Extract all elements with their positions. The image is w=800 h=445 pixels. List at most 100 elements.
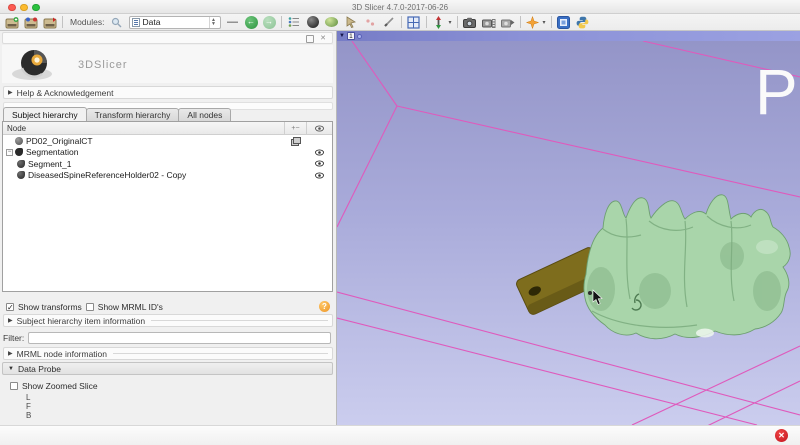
probe-letter-l: L bbox=[26, 393, 31, 402]
undock-panel-icon[interactable] bbox=[306, 35, 314, 43]
show-zoomed-slice-label[interactable]: Show Zoomed Slice bbox=[22, 381, 98, 391]
help-acknowledgement-section[interactable]: ▶ Help & Acknowledgement bbox=[3, 86, 333, 99]
show-transforms-checkbox[interactable]: ✓ bbox=[6, 303, 14, 311]
transform-column-header: +− bbox=[284, 122, 306, 135]
tree-row-volume[interactable]: PD02_OriginalCT bbox=[3, 135, 332, 147]
data-probe-slice-letters: L F B bbox=[26, 393, 31, 420]
main-toolbar: Modules: Data ▲▼ — ← → bbox=[0, 14, 800, 31]
data-module-icon bbox=[132, 18, 140, 27]
show-mrml-ids-checkbox[interactable] bbox=[86, 303, 94, 311]
logo-row: 3DSlicer bbox=[2, 45, 333, 83]
scene-view-capture-icon[interactable] bbox=[482, 15, 496, 29]
tree-header: Node +− bbox=[3, 122, 332, 135]
node-column-header: Node bbox=[3, 124, 284, 133]
show-mrml-ids-label[interactable]: Show MRML ID's bbox=[98, 302, 163, 312]
window-title: 3D Slicer 4.7.0-2017-06-26 bbox=[0, 3, 800, 12]
tab-subject-hierarchy[interactable]: Subject hierarchy bbox=[3, 107, 87, 121]
view-label: 1 bbox=[347, 32, 355, 40]
volume-node-icon bbox=[15, 137, 23, 145]
visibility-eye-icon[interactable] bbox=[315, 160, 324, 167]
collapsed-triangle-icon: ▶ bbox=[8, 350, 13, 357]
threed-canvas[interactable]: P bbox=[337, 41, 800, 425]
visibility-column-header bbox=[306, 122, 332, 135]
favorite-modules-icon[interactable] bbox=[526, 15, 540, 29]
crosshair-menu-caret-icon[interactable]: ▾ bbox=[449, 19, 452, 26]
threed-viewport: ▼ 1 bbox=[337, 31, 800, 425]
module-panel: ✕ 3DSlicer ▶ Help & Acknowledgement bbox=[0, 31, 337, 425]
tree-row-reference-holder[interactable]: DiseasedSpineReferenceHolder02 - Copy bbox=[3, 170, 332, 182]
visibility-eye-icon[interactable] bbox=[315, 149, 324, 156]
expanded-triangle-icon: ▼ bbox=[8, 366, 14, 372]
toolbar-separator bbox=[457, 16, 458, 28]
volume-rendering-icon[interactable] bbox=[325, 15, 339, 29]
save-button[interactable] bbox=[43, 15, 57, 29]
orientation-marker-p: P bbox=[755, 56, 798, 128]
module-history-icon[interactable] bbox=[287, 15, 301, 29]
tree-row-segmentation[interactable]: − Segmentation bbox=[3, 147, 332, 159]
crosshair-icon[interactable] bbox=[432, 15, 446, 29]
toolbar-separator bbox=[520, 16, 521, 28]
ruler-annotation-icon[interactable] bbox=[382, 15, 396, 29]
error-log-button[interactable]: ✕ bbox=[775, 429, 788, 442]
close-panel-icon[interactable]: ✕ bbox=[319, 35, 327, 43]
screenshot-button[interactable] bbox=[463, 15, 477, 29]
segmentation-node-icon bbox=[15, 148, 23, 156]
section-rule bbox=[151, 320, 328, 321]
module-selector-value: Data bbox=[143, 17, 206, 27]
toolbar-separator bbox=[281, 16, 282, 28]
transform-stack-icon[interactable] bbox=[291, 137, 299, 144]
show-transforms-label[interactable]: Show transforms bbox=[18, 302, 82, 312]
tree-row-segment1[interactable]: Segment_1 bbox=[3, 158, 332, 170]
visibility-eye-icon[interactable] bbox=[315, 172, 324, 179]
mrml-node-info-section[interactable]: ▶ MRML node information bbox=[3, 347, 333, 360]
module-back-button[interactable]: ← bbox=[245, 16, 258, 29]
model-hole bbox=[588, 291, 592, 295]
titlebar: 3D Slicer 4.7.0-2017-06-26 bbox=[0, 0, 800, 14]
show-zoomed-slice-checkbox[interactable] bbox=[10, 382, 18, 390]
filter-input[interactable] bbox=[28, 332, 331, 344]
interaction-cursor-icon[interactable] bbox=[344, 15, 358, 29]
module-history-menu-button[interactable]: — bbox=[226, 15, 240, 29]
slicer-logo bbox=[8, 46, 72, 82]
fiducial-placement-icon[interactable] bbox=[363, 15, 377, 29]
load-data-button[interactable] bbox=[24, 15, 38, 29]
python-console-button[interactable] bbox=[576, 15, 590, 29]
highlight bbox=[756, 240, 778, 254]
module-forward-button[interactable]: → bbox=[263, 16, 276, 29]
spine-segment-model bbox=[584, 195, 790, 339]
scene-render: P bbox=[337, 41, 800, 425]
toolbar-separator bbox=[62, 16, 63, 28]
eye-icon bbox=[315, 125, 324, 132]
modules-label: Modules: bbox=[70, 17, 105, 27]
favorites-menu-caret-icon[interactable]: ▾ bbox=[543, 19, 546, 26]
module-selector[interactable]: Data ▲▼ bbox=[129, 16, 221, 29]
layout-selector-icon[interactable] bbox=[407, 15, 421, 29]
view-menu-caret-icon[interactable]: ▼ bbox=[339, 33, 345, 39]
combo-spinner-icon: ▲▼ bbox=[209, 17, 218, 28]
bottom-highlight bbox=[696, 329, 714, 338]
segment-node-icon bbox=[17, 171, 25, 179]
scene-view-restore-icon[interactable] bbox=[501, 15, 515, 29]
collapse-branch-toggle[interactable]: − bbox=[6, 149, 13, 156]
extensions-manager-button[interactable] bbox=[557, 15, 571, 29]
toolbar-separator bbox=[426, 16, 427, 28]
tree-options-row: ✓ Show transforms Show MRML ID's ? bbox=[6, 301, 330, 312]
view-pin-icon[interactable] bbox=[357, 34, 362, 39]
status-bar: ✕ bbox=[0, 425, 800, 445]
module-search-icon[interactable] bbox=[110, 15, 124, 29]
brand-text: 3DSlicer bbox=[78, 59, 128, 71]
help-question-icon[interactable]: ? bbox=[319, 301, 330, 312]
main-area: ✕ 3DSlicer ▶ Help & Acknowledgement bbox=[0, 31, 800, 425]
tab-transform-hierarchy[interactable]: Transform hierarchy bbox=[86, 108, 180, 121]
show-zoomed-slice-row: Show Zoomed Slice bbox=[10, 380, 98, 391]
models-module-icon[interactable] bbox=[306, 15, 320, 29]
subject-hierarchy-tree: Node +− PD02_OriginalCT − Segmen bbox=[2, 121, 333, 292]
data-probe-section[interactable]: ▼ Data Probe bbox=[2, 362, 333, 375]
load-dicom-button[interactable] bbox=[5, 15, 19, 29]
subject-hierarchy-item-info-section[interactable]: ▶ Subject hierarchy item information bbox=[3, 314, 333, 327]
collapsed-triangle-icon: ▶ bbox=[8, 89, 13, 96]
panel-minibar: ✕ bbox=[2, 32, 333, 44]
hierarchy-tabs: Subject hierarchy Transform hierarchy Al… bbox=[3, 108, 230, 121]
segment-node-icon bbox=[17, 160, 25, 168]
tab-all-nodes[interactable]: All nodes bbox=[178, 108, 231, 121]
